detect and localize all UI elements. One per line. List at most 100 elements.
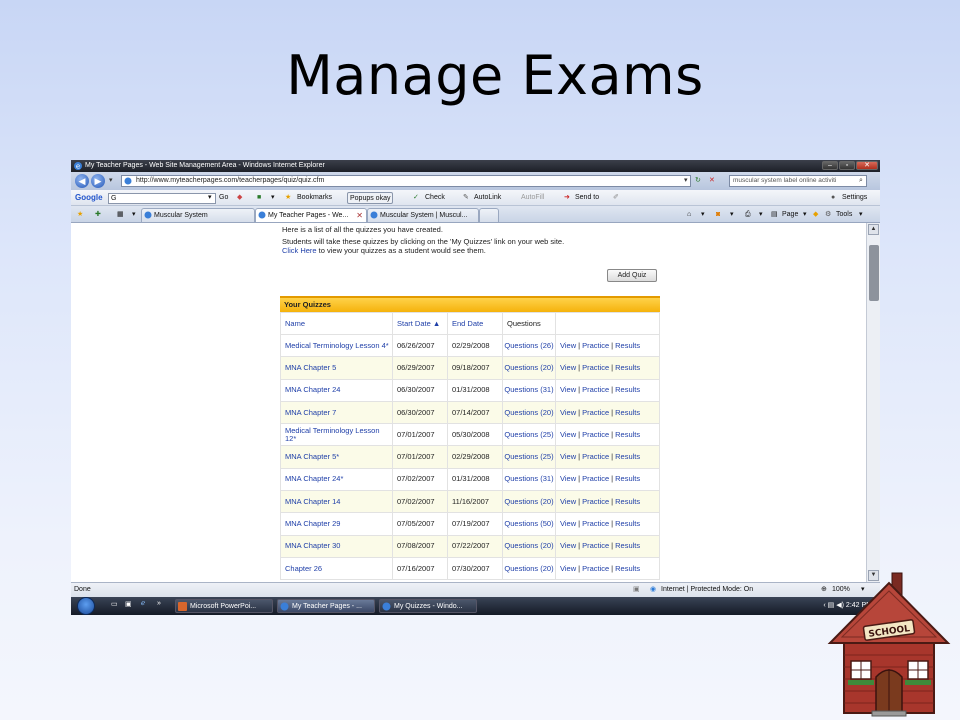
autolink-button[interactable]: AutoLink	[474, 190, 501, 206]
view-link[interactable]: View	[560, 474, 576, 483]
view-link[interactable]: View	[560, 541, 576, 550]
quiz-name-link[interactable]: MNA Chapter 24*	[280, 467, 393, 492]
view-link[interactable]: View	[560, 452, 576, 461]
start-button[interactable]	[77, 597, 95, 615]
practice-link[interactable]: Practice	[582, 408, 609, 417]
quiz-name-link[interactable]: MNA Chapter 5	[280, 356, 393, 380]
practice-link[interactable]: Practice	[582, 519, 609, 528]
practice-link[interactable]: Practice	[582, 385, 609, 394]
quick-tabs-icon[interactable]: ▦	[117, 208, 124, 221]
practice-link[interactable]: Practice	[582, 341, 609, 350]
column-header-end-date[interactable]: End Date	[447, 312, 503, 335]
results-link[interactable]: Results	[615, 497, 640, 506]
view-link[interactable]: View	[560, 564, 576, 573]
questions-link[interactable]: Questions (20)	[502, 490, 556, 514]
news-icon[interactable]: ■	[257, 190, 261, 206]
results-link[interactable]: Results	[615, 564, 640, 573]
quiz-name-link[interactable]: Chapter 26	[280, 556, 393, 581]
quiz-name-link[interactable]: MNA Chapter 29	[280, 512, 393, 536]
google-search-dropdown-icon[interactable]: ▾	[208, 190, 212, 206]
view-link[interactable]: View	[560, 408, 576, 417]
search-input[interactable]: muscular system label online activiti	[729, 175, 867, 187]
quick-launch-ie-icon[interactable]: ℯ	[141, 599, 145, 607]
taskbar-powerpoint[interactable]: Microsoft PowerPoi...	[175, 599, 273, 613]
scroll-up-icon[interactable]: ▲	[868, 224, 879, 235]
favorites-star-icon[interactable]: ★	[77, 208, 83, 221]
quiz-name-link[interactable]: MNA Chapter 14	[280, 490, 393, 514]
results-link[interactable]: Results	[615, 519, 640, 528]
practice-link[interactable]: Practice	[582, 497, 609, 506]
view-link[interactable]: View	[560, 363, 576, 372]
questions-link[interactable]: Questions (20)	[502, 534, 556, 558]
results-link[interactable]: Results	[615, 474, 640, 483]
show-desktop-icon[interactable]: ▭	[111, 600, 118, 608]
view-link[interactable]: View	[560, 430, 576, 439]
results-link[interactable]: Results	[615, 541, 640, 550]
results-link[interactable]: Results	[615, 385, 640, 394]
click-here-link[interactable]: Click Here	[282, 246, 317, 255]
quiz-name-link[interactable]: Medical Terminology Lesson 12*	[280, 423, 393, 447]
news-dropdown-icon[interactable]: ▾	[271, 190, 275, 206]
security-zone[interactable]: Internet | Protected Mode: On	[661, 583, 753, 597]
refresh-icon[interactable]: ↻	[695, 175, 701, 187]
scroll-thumb[interactable]	[869, 245, 879, 301]
url-input[interactable]: http://www.myteacherpages.com/teacherpag…	[121, 175, 691, 187]
questions-link[interactable]: Questions (25)	[502, 423, 556, 447]
practice-link[interactable]: Practice	[582, 363, 609, 372]
view-link[interactable]: View	[560, 497, 576, 506]
questions-link[interactable]: Questions (20)	[502, 356, 556, 380]
results-link[interactable]: Results	[615, 452, 640, 461]
questions-link[interactable]: Questions (20)	[502, 556, 556, 581]
view-link[interactable]: View	[560, 341, 576, 350]
tab-list-dropdown-icon[interactable]: ▾	[132, 208, 136, 221]
bookmarks-menu[interactable]: Bookmarks	[297, 190, 332, 206]
url-dropdown-icon[interactable]: ▾	[684, 175, 688, 187]
tab-my-teacher-pages[interactable]: My Teacher Pages - We... ✕	[255, 208, 367, 222]
maximize-button[interactable]: ▫	[839, 161, 855, 170]
vertical-scrollbar[interactable]: ▲ ▼	[866, 223, 880, 582]
practice-link[interactable]: Practice	[582, 452, 609, 461]
practice-link[interactable]: Practice	[582, 541, 609, 550]
questions-link[interactable]: Questions (20)	[502, 400, 556, 425]
questions-link[interactable]: Questions (26)	[502, 333, 556, 358]
history-dropdown-icon[interactable]: ▾	[109, 175, 113, 187]
questions-link[interactable]: Questions (25)	[502, 445, 556, 469]
page-dropdown-icon[interactable]: ▾	[803, 208, 807, 221]
popups-okay-button[interactable]: Popups okay	[347, 192, 394, 204]
print-icon[interactable]: ⎙	[745, 208, 751, 221]
quiz-name-link[interactable]: MNA Chapter 7	[280, 400, 393, 425]
home-dropdown-icon[interactable]: ▾	[701, 208, 705, 221]
back-button[interactable]: ◀	[75, 174, 89, 188]
feeds-dropdown-icon[interactable]: ▾	[730, 208, 734, 221]
home-icon[interactable]: ⌂	[687, 208, 691, 221]
add-favorites-icon[interactable]: ✚	[95, 208, 101, 221]
search-icon[interactable]: ⌕	[859, 175, 863, 187]
pencil-icon[interactable]: ✐	[613, 190, 619, 206]
column-header-start-date[interactable]: Start Date ▲	[392, 312, 448, 335]
questions-link[interactable]: Questions (31)	[502, 467, 556, 492]
results-link[interactable]: Results	[615, 363, 640, 372]
questions-link[interactable]: Questions (31)	[502, 378, 556, 402]
questions-link[interactable]: Questions (50)	[502, 512, 556, 536]
close-tab-icon[interactable]: ✕	[356, 209, 363, 222]
minimize-button[interactable]: –	[822, 161, 838, 170]
taskbar-my-teacher-pages[interactable]: My Teacher Pages - ...	[277, 599, 375, 613]
settings-button[interactable]: Settings	[842, 190, 867, 206]
tools-menu[interactable]: Tools	[836, 208, 852, 221]
practice-link[interactable]: Practice	[582, 474, 609, 483]
new-tab-button[interactable]	[479, 208, 499, 222]
feeds-icon[interactable]: ◙	[716, 208, 720, 221]
quiz-name-link[interactable]: MNA Chapter 30	[280, 534, 393, 558]
practice-link[interactable]: Practice	[582, 430, 609, 439]
quiz-name-link[interactable]: Medical Terminology Lesson 4*	[280, 333, 393, 358]
go-button[interactable]: Go	[219, 190, 228, 206]
column-header-name[interactable]: Name	[280, 312, 393, 335]
quick-launch-more-icon[interactable]: »	[157, 600, 161, 607]
send-to-button[interactable]: Send to	[575, 190, 599, 206]
close-window-button[interactable]: ✕	[856, 161, 878, 170]
view-link[interactable]: View	[560, 385, 576, 394]
check-button[interactable]: Check	[425, 190, 445, 206]
google-search-input[interactable]: G	[108, 193, 216, 204]
tools-dropdown-icon[interactable]: ▾	[859, 208, 863, 221]
stop-icon[interactable]: ✕	[709, 175, 715, 187]
